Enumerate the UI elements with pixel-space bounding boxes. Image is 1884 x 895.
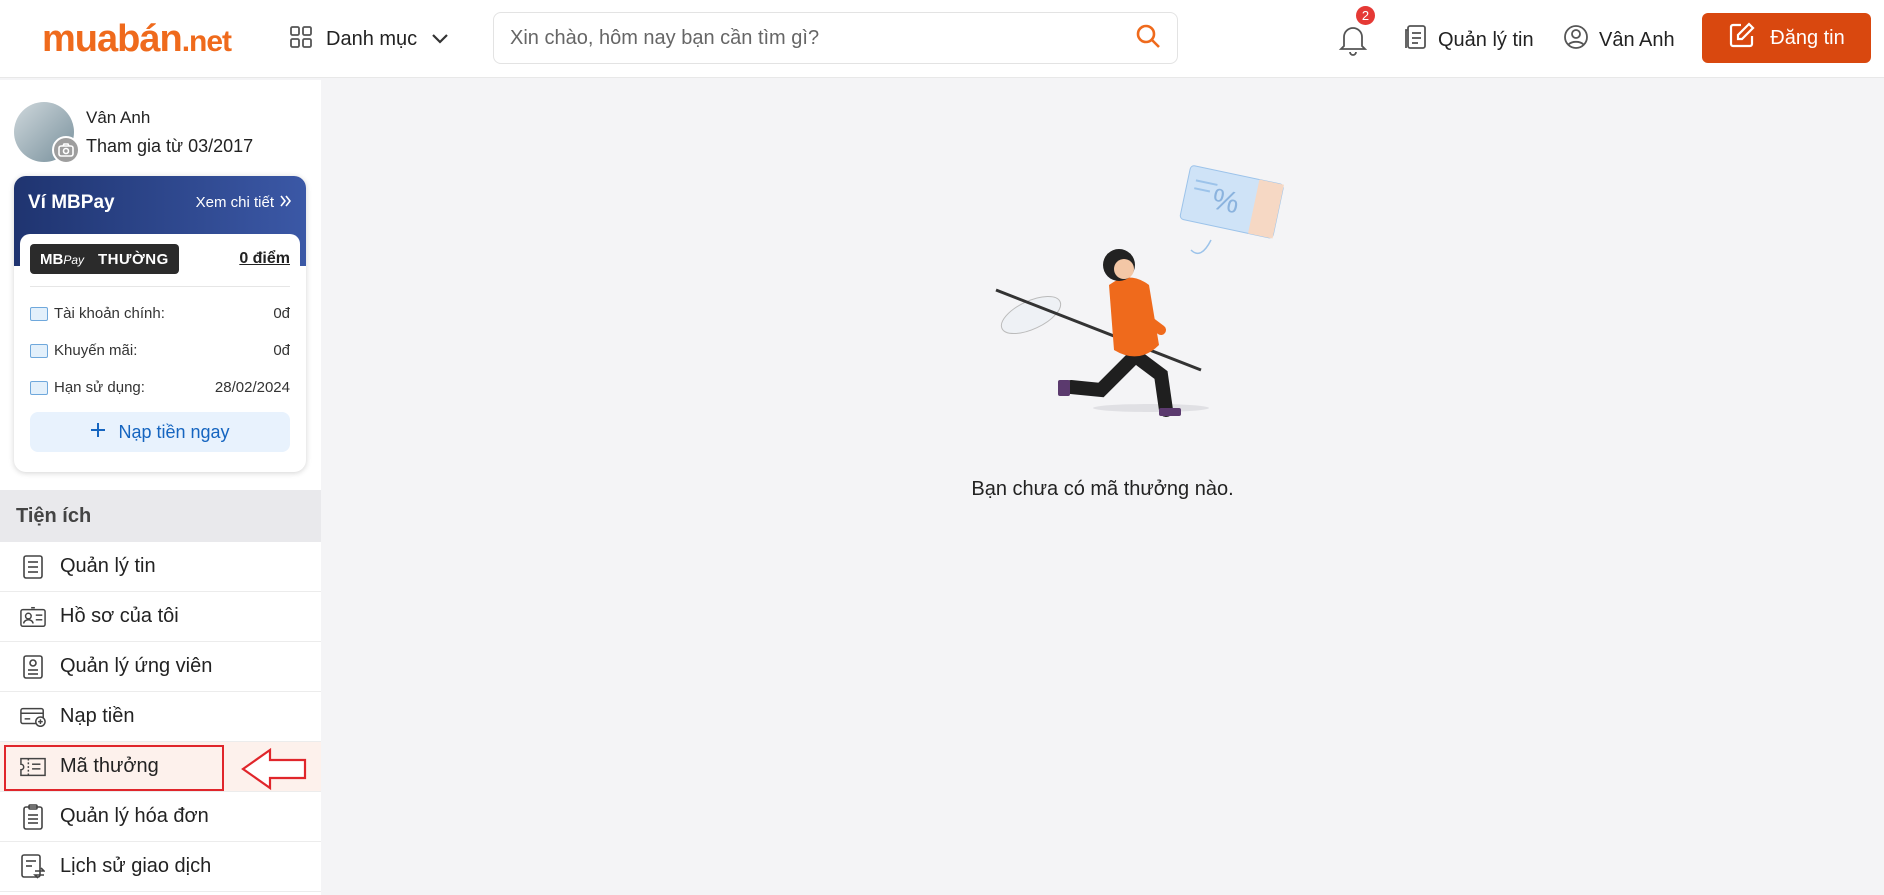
wallet-detail-link[interactable]: Xem chi tiết xyxy=(196,194,292,211)
sidebar-item-my-profile[interactable]: Hồ sơ của tôi xyxy=(0,592,321,642)
wallet-row-value: 0đ xyxy=(273,305,290,322)
sidebar-menu: Quản lý tin Hồ sơ của tôi Quản lý ứng vi… xyxy=(0,542,321,892)
calendar-icon xyxy=(30,380,48,395)
category-label: Danh mục xyxy=(326,27,418,50)
history-icon xyxy=(20,853,46,880)
wallet-body: MBPay THƯỜNG 0 điểm Tài khoản chính: 0đ … xyxy=(20,234,300,466)
sidebar-item-label: Quản lý tin xyxy=(60,555,156,577)
empty-state-illustration: % xyxy=(995,165,1284,417)
wallet-card: Ví MBPay Xem chi tiết MBPay THƯỜNG 0 điể… xyxy=(14,176,306,472)
edit-icon xyxy=(1728,21,1756,55)
sidebar-item-invoices[interactable]: Quản lý hóa đơn xyxy=(0,792,321,842)
plus-icon xyxy=(90,422,106,443)
topup-button[interactable]: Nạp tiền ngay xyxy=(30,412,290,452)
post-ad-button[interactable]: Đăng tin xyxy=(1702,13,1871,63)
profile-summary: Vân Anh Tham gia từ 03/2017 xyxy=(14,102,254,164)
wallet-row-value: 0đ xyxy=(273,342,290,359)
wallet-title: Ví MBPay xyxy=(28,192,115,213)
logo-main-text: muabán xyxy=(42,18,183,60)
search-icon[interactable] xyxy=(1135,23,1161,54)
mbpay-logo: MBPay xyxy=(40,250,85,268)
wallet-row-expiry: Hạn sử dụng: 28/02/2024 xyxy=(30,369,290,406)
annotation-highlight-box xyxy=(4,745,224,791)
card-icon xyxy=(20,704,46,730)
logo-tld-text: .net xyxy=(181,25,232,58)
wallet-icon xyxy=(30,343,48,358)
candidate-icon xyxy=(20,654,46,680)
grid-icon xyxy=(290,25,312,53)
profile-name: Vân Anh xyxy=(86,107,151,127)
wallet-icon xyxy=(30,306,48,321)
sidebar-item-label: Nạp tiền xyxy=(60,705,135,727)
post-ad-label: Đăng tin xyxy=(1770,26,1845,49)
notification-badge: 2 xyxy=(1356,6,1375,25)
manage-posts-label: Quản lý tin xyxy=(1438,28,1534,51)
manage-posts-link[interactable]: Quản lý tin xyxy=(1404,24,1534,56)
wallet-row-promotion: Khuyến mãi: 0đ xyxy=(30,332,290,369)
sidebar-item-label: Quản lý ứng viên xyxy=(60,655,213,677)
document-icon xyxy=(1404,24,1428,56)
avatar[interactable] xyxy=(14,102,80,164)
topup-label: Nạp tiền ngay xyxy=(118,421,230,442)
utilities-section-title: Tiện ích xyxy=(0,490,321,542)
id-card-icon xyxy=(20,604,46,630)
wallet-row-label: Khuyến mãi: xyxy=(54,342,138,359)
empty-state-message: Bạn chưa có mã thưởng nào. xyxy=(971,478,1234,500)
wallet-row-main-account: Tài khoản chính: 0đ xyxy=(30,295,290,332)
search-input[interactable] xyxy=(510,26,1135,50)
sidebar-item-label: Quản lý hóa đơn xyxy=(60,805,209,827)
chevron-down-icon xyxy=(431,29,449,50)
site-logo[interactable]: muabán.net xyxy=(42,18,232,61)
top-header: muabán.net Danh mục 2 Quản lý tin Vân An… xyxy=(0,0,1884,78)
clipboard-icon xyxy=(20,803,46,830)
profile-joined: Tham gia từ 03/2017 xyxy=(86,135,254,156)
list-icon xyxy=(20,554,46,580)
sidebar-item-topup[interactable]: Nạp tiền xyxy=(0,692,321,742)
tier-badge: MBPay THƯỜNG xyxy=(30,244,179,274)
user-circle-icon xyxy=(1563,24,1589,56)
user-menu-label: Vân Anh xyxy=(1599,28,1675,51)
bell-icon[interactable] xyxy=(1338,22,1368,56)
sidebar-item-candidates[interactable]: Quản lý ứng viên xyxy=(0,642,321,692)
points-link[interactable]: 0 điểm xyxy=(239,250,290,268)
double-chevron-right-icon xyxy=(280,194,292,211)
category-menu-button[interactable]: Danh mục xyxy=(290,22,449,56)
main-content: % Bạn chưa có mã thưởng nào. xyxy=(321,80,1884,895)
tier-name: THƯỜNG xyxy=(98,250,169,268)
sidebar-item-transactions[interactable]: Lịch sử giao dịch xyxy=(0,842,321,892)
wallet-row-label: Tài khoản chính: xyxy=(54,305,165,322)
sidebar-item-label: Lịch sử giao dịch xyxy=(60,855,212,877)
search-box xyxy=(493,12,1178,64)
sidebar-item-label: Hồ sơ của tôi xyxy=(60,605,179,627)
annotation-arrow-left-icon xyxy=(241,747,307,791)
camera-icon[interactable] xyxy=(52,136,80,164)
wallet-detail-label: Xem chi tiết xyxy=(195,194,274,211)
user-menu-link[interactable]: Vân Anh xyxy=(1563,24,1675,56)
sidebar-item-manage-posts[interactable]: Quản lý tin xyxy=(0,542,321,592)
wallet-row-label: Hạn sử dụng: xyxy=(54,379,145,396)
wallet-tier-row: MBPay THƯỜNG 0 điểm xyxy=(30,234,290,287)
wallet-row-value: 28/02/2024 xyxy=(214,379,290,396)
